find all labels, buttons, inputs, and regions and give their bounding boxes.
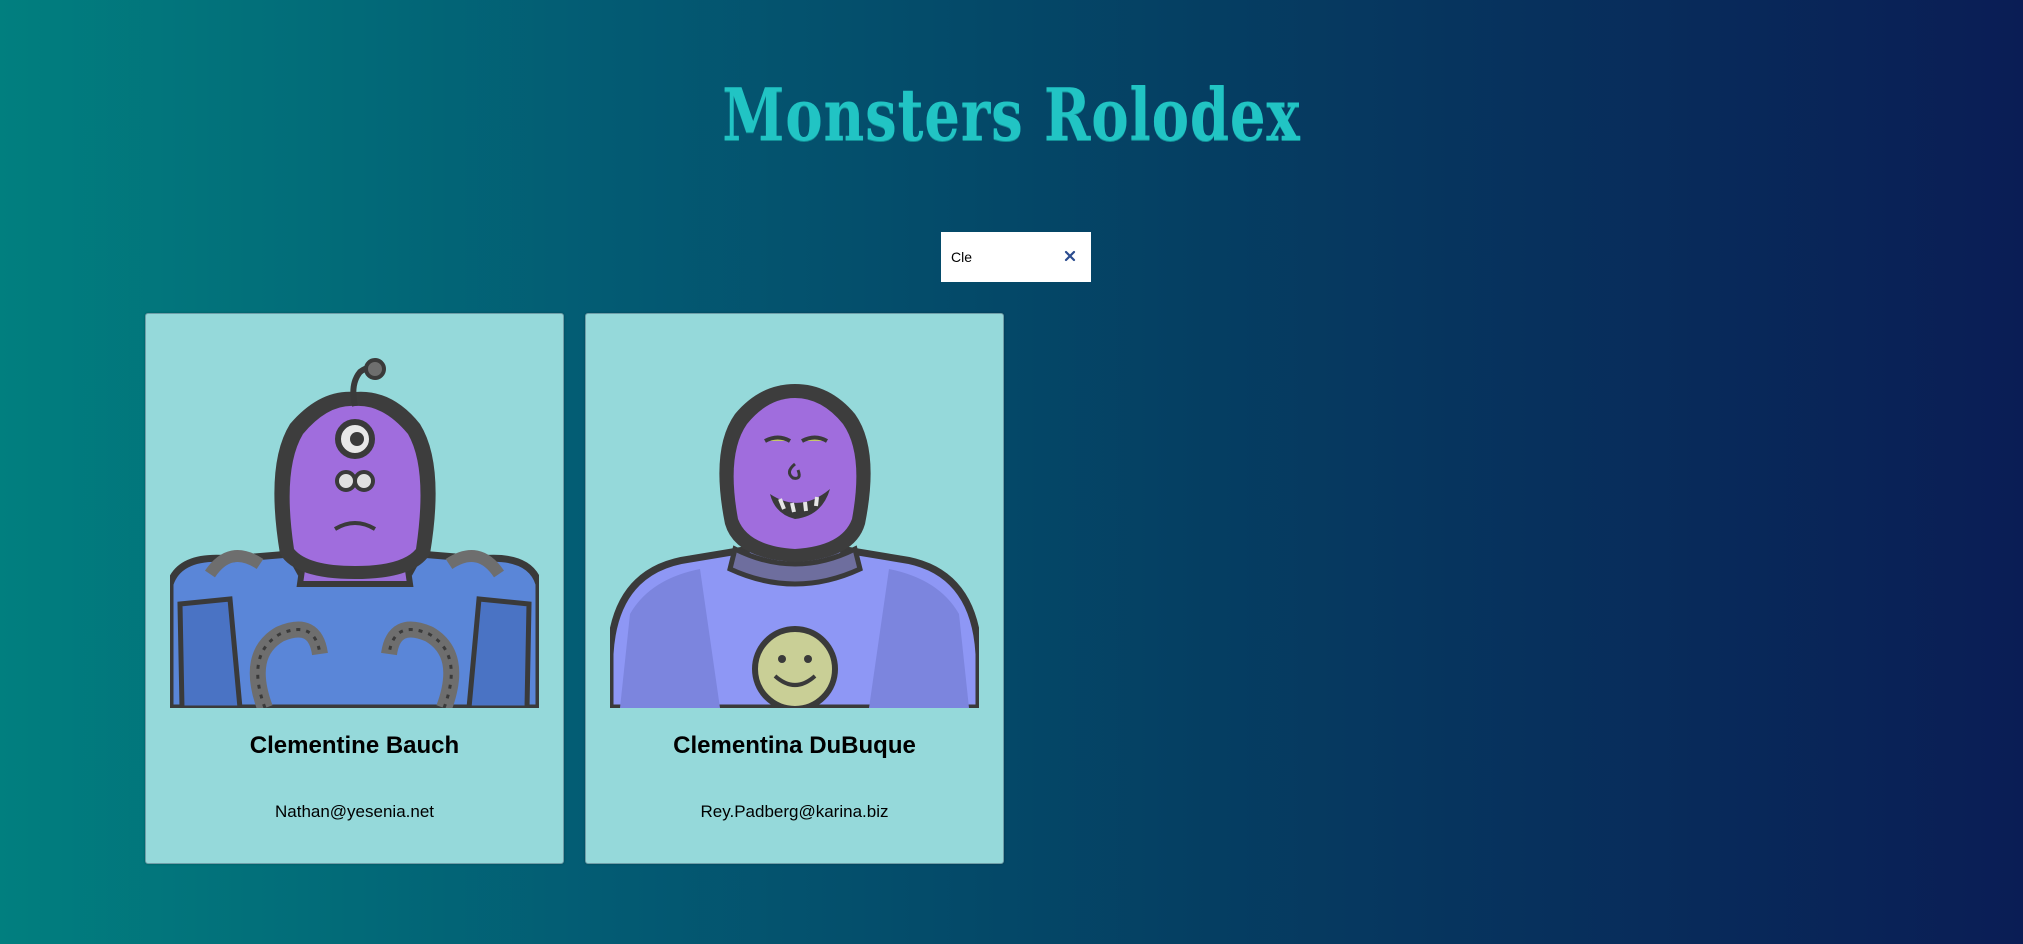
monster-name: Clementine Bauch — [249, 732, 460, 759]
app-title: Monsters Rolodex — [722, 72, 1301, 157]
search-input[interactable] — [941, 249, 1051, 265]
monster-email: Rey.Padberg@karina.biz — [700, 802, 889, 821]
monster-name: Clementina DuBuque — [673, 732, 916, 759]
monster-avatar — [610, 354, 979, 708]
monster-email: Nathan@yesenia.net — [274, 802, 435, 821]
monster-card[interactable]: Clementina DuBuque Rey.Padberg@karina.bi… — [585, 313, 1004, 864]
search-box[interactable] — [941, 232, 1091, 282]
close-icon[interactable] — [1061, 247, 1079, 265]
monster-card[interactable]: Clementine Bauch Nathan@yesenia.net — [145, 313, 564, 864]
monster-avatar — [170, 354, 539, 708]
